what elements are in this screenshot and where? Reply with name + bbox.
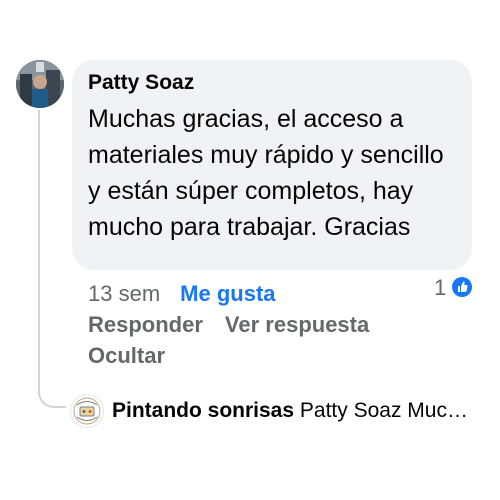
- hide-button[interactable]: Ocultar: [88, 342, 165, 370]
- comment-actions-row: Responder Ver respuesta: [88, 311, 369, 339]
- like-button[interactable]: Me gusta: [180, 281, 275, 306]
- comment-timestamp[interactable]: 13 sem: [88, 281, 160, 306]
- reply-preview[interactable]: Pintando sonrisas Patty Soaz Muc…: [112, 398, 482, 424]
- comment-meta-row: 13 sem Me gusta: [88, 280, 276, 308]
- thread-connector: [38, 110, 66, 408]
- comment-bubble: Patty Soaz Muchas gracias, el acceso a m…: [72, 60, 472, 270]
- reaction-count[interactable]: 1: [434, 275, 446, 301]
- reply-author-avatar[interactable]: [70, 394, 104, 428]
- view-reply-button[interactable]: Ver respuesta: [225, 312, 369, 337]
- comment-thread: Patty Soaz Muchas gracias, el acceso a m…: [0, 0, 500, 500]
- reply-snippet: Patty Soaz Muc…: [299, 399, 468, 422]
- comment-text: Muchas gracias, el acceso a materiales m…: [88, 105, 444, 241]
- comment-author[interactable]: Patty Soaz: [88, 68, 456, 98]
- avatar-photo-icon: [16, 60, 64, 108]
- page-logo-icon: [72, 396, 102, 426]
- reply-button[interactable]: Responder: [88, 312, 203, 337]
- reply-author[interactable]: Pintando sonrisas: [112, 399, 294, 422]
- thumbs-up-icon[interactable]: [452, 277, 472, 297]
- commenter-avatar[interactable]: [16, 60, 64, 108]
